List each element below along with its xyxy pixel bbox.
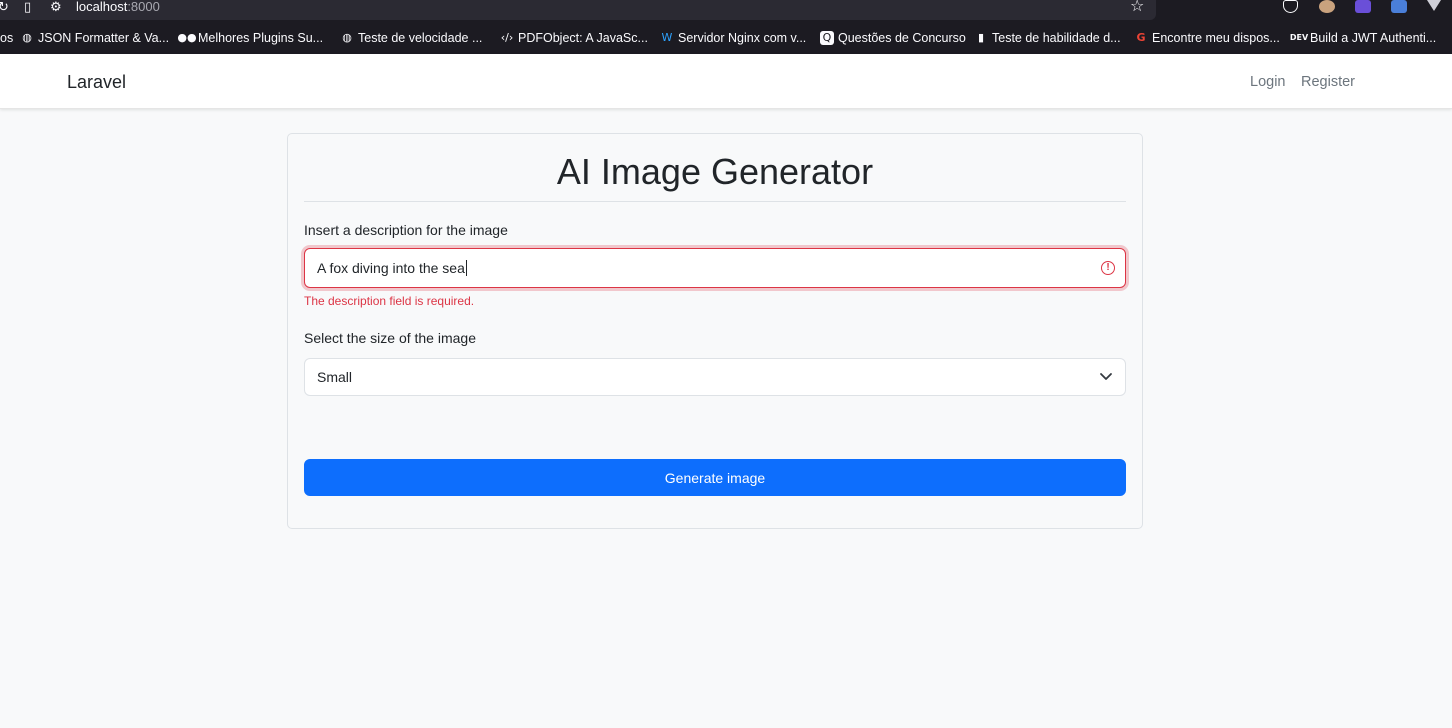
size-selected-value: Small xyxy=(317,369,353,385)
bookmarks-bar: os ◍ JSON Formatter & Va... ●● Melhores Pl… xyxy=(0,21,1452,54)
chat-icon: Q xyxy=(820,31,834,45)
chevron-down-icon xyxy=(1100,373,1112,380)
login-link[interactable]: Login xyxy=(1250,74,1285,90)
extension-grid-icon[interactable] xyxy=(1355,0,1371,13)
site-permissions-icon[interactable]: ⚙ xyxy=(50,1,62,15)
bookmark-label: PDFObject: A JavaSc... xyxy=(518,31,648,45)
google-icon: G xyxy=(1136,31,1146,44)
bars-icon: ▮ xyxy=(977,31,985,44)
dev-icon: DEV xyxy=(1289,33,1309,42)
bookmark-label: Teste de habilidade d... xyxy=(992,31,1121,45)
bookmark-jwt[interactable]: DEV Build a JWT Authenti... xyxy=(1289,29,1437,47)
register-link[interactable]: Register xyxy=(1301,74,1355,90)
bookmark-label: Melhores Plugins Su... xyxy=(198,31,324,45)
pocket-icon[interactable] xyxy=(1283,0,1298,13)
code-icon: ‹/› xyxy=(500,31,514,44)
globe-icon: ◍ xyxy=(342,31,352,44)
reload-icon[interactable]: ↻ xyxy=(0,1,9,15)
address-bar[interactable]: ↻ ▯ ⚙ localhost:8000 ☆ xyxy=(0,0,1156,20)
url-text[interactable]: localhost:8000 xyxy=(76,0,160,14)
bookmark-partial[interactable]: os xyxy=(0,29,13,47)
bookmark-label: JSON Formatter & Va... xyxy=(38,31,170,45)
bookmark-encontre[interactable]: G Encontre meu dispos... xyxy=(1134,29,1280,47)
description-input[interactable]: A fox diving into the sea ! xyxy=(304,248,1126,288)
menu-arrow-icon[interactable] xyxy=(1427,0,1441,11)
bookmark-teste-habilidade[interactable]: ▮ Teste de habilidade d... xyxy=(974,29,1121,47)
page-title: AI Image Generator xyxy=(556,151,874,192)
bookmark-teste-velocidade[interactable]: ◍ Teste de velocidade ... xyxy=(340,29,482,47)
bookmark-questoes[interactable]: Q Questões de Concurso xyxy=(820,29,966,47)
bookmark-star-icon[interactable]: ☆ xyxy=(1130,0,1144,15)
generate-image-button[interactable]: Generate image xyxy=(304,459,1126,496)
page-icon: ▯ xyxy=(24,0,32,15)
size-label: Select the size of the image xyxy=(304,330,476,346)
browser-toolbar: ↻ ▯ ⚙ localhost:8000 ☆ xyxy=(0,0,1452,21)
description-label: Insert a description for the image xyxy=(304,222,508,238)
extension-avatar-icon[interactable] xyxy=(1319,0,1335,13)
bookmark-melhores-plugins[interactable]: ●● Melhores Plugins Su... xyxy=(177,29,324,47)
bookmark-label: Teste de velocidade ... xyxy=(358,31,483,45)
title-divider xyxy=(304,201,1126,202)
translate-icon[interactable] xyxy=(1391,0,1407,13)
text-caret xyxy=(465,260,467,276)
error-icon: ! xyxy=(1101,261,1115,275)
bookmark-pdfobject[interactable]: ‹/› PDFObject: A JavaSc... xyxy=(500,29,648,47)
brand-link[interactable]: Laravel xyxy=(67,72,126,93)
app-navbar: Laravel Login Register xyxy=(0,54,1452,109)
bookmark-label: Encontre meu dispos... xyxy=(1152,31,1280,45)
globe-icon: ◍ xyxy=(22,31,32,44)
description-error: The description field is required. xyxy=(304,294,475,308)
description-value: A fox diving into the sea xyxy=(317,260,465,276)
bookmark-label: Build a JWT Authenti... xyxy=(1310,31,1437,45)
size-select[interactable]: Small xyxy=(304,358,1126,396)
wave-icon: W xyxy=(661,31,673,44)
bookmark-json-formatter[interactable]: ◍ JSON Formatter & Va... xyxy=(20,29,169,47)
bookmark-label: Servidor Nginx com v... xyxy=(678,31,807,45)
bookmark-label: os xyxy=(0,31,14,45)
generator-card: AI Image Generator Insert a description … xyxy=(287,133,1143,529)
bookmark-label: Questões de Concurso xyxy=(838,31,966,45)
bookmark-nginx[interactable]: W Servidor Nginx com v... xyxy=(660,29,807,47)
medium-icon: ●● xyxy=(177,31,197,44)
